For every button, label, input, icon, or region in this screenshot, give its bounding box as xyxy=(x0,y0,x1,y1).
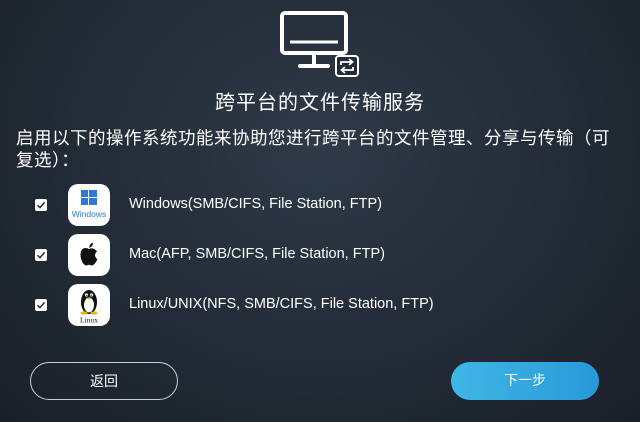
description-text: 启用以下的操作系统功能来协助您进行跨平台的文件管理、分享与传输（可复选）： xyxy=(16,129,610,171)
os-option-windows[interactable]: Windows Windows(SMB/CIFS, File Station, … xyxy=(0,184,640,228)
windows-checkbox[interactable] xyxy=(35,199,47,211)
linux-icon-caption: Linux xyxy=(80,316,98,325)
checkmark-icon xyxy=(37,201,46,209)
linux-tux-icon: Linux xyxy=(68,284,110,326)
linux-checkbox[interactable] xyxy=(35,299,47,311)
apple-icon xyxy=(68,234,110,276)
os-option-mac[interactable]: Mac(AFP, SMB/CIFS, File Station, FTP) xyxy=(0,234,640,278)
back-button[interactable]: 返回 xyxy=(30,362,178,400)
mac-checkbox[interactable] xyxy=(35,249,47,261)
checkmark-icon xyxy=(37,251,46,259)
windows-icon: Windows xyxy=(68,184,110,226)
linux-option-label: Linux/UNIX(NFS, SMB/CIFS, File Station, … xyxy=(129,296,434,312)
mac-option-label: Mac(AFP, SMB/CIFS, File Station, FTP) xyxy=(129,246,385,262)
windows-icon-caption: Windows xyxy=(72,209,106,219)
os-option-linux[interactable]: Linux Linux/UNIX(NFS, SMB/CIFS, File Sta… xyxy=(0,284,640,328)
cross-platform-hero-icon xyxy=(276,10,362,80)
page-title: 跨平台的文件传输服务 xyxy=(215,90,425,114)
next-button[interactable]: 下一步 xyxy=(451,362,599,400)
checkmark-icon xyxy=(37,301,46,309)
windows-option-label: Windows(SMB/CIFS, File Station, FTP) xyxy=(129,196,382,212)
